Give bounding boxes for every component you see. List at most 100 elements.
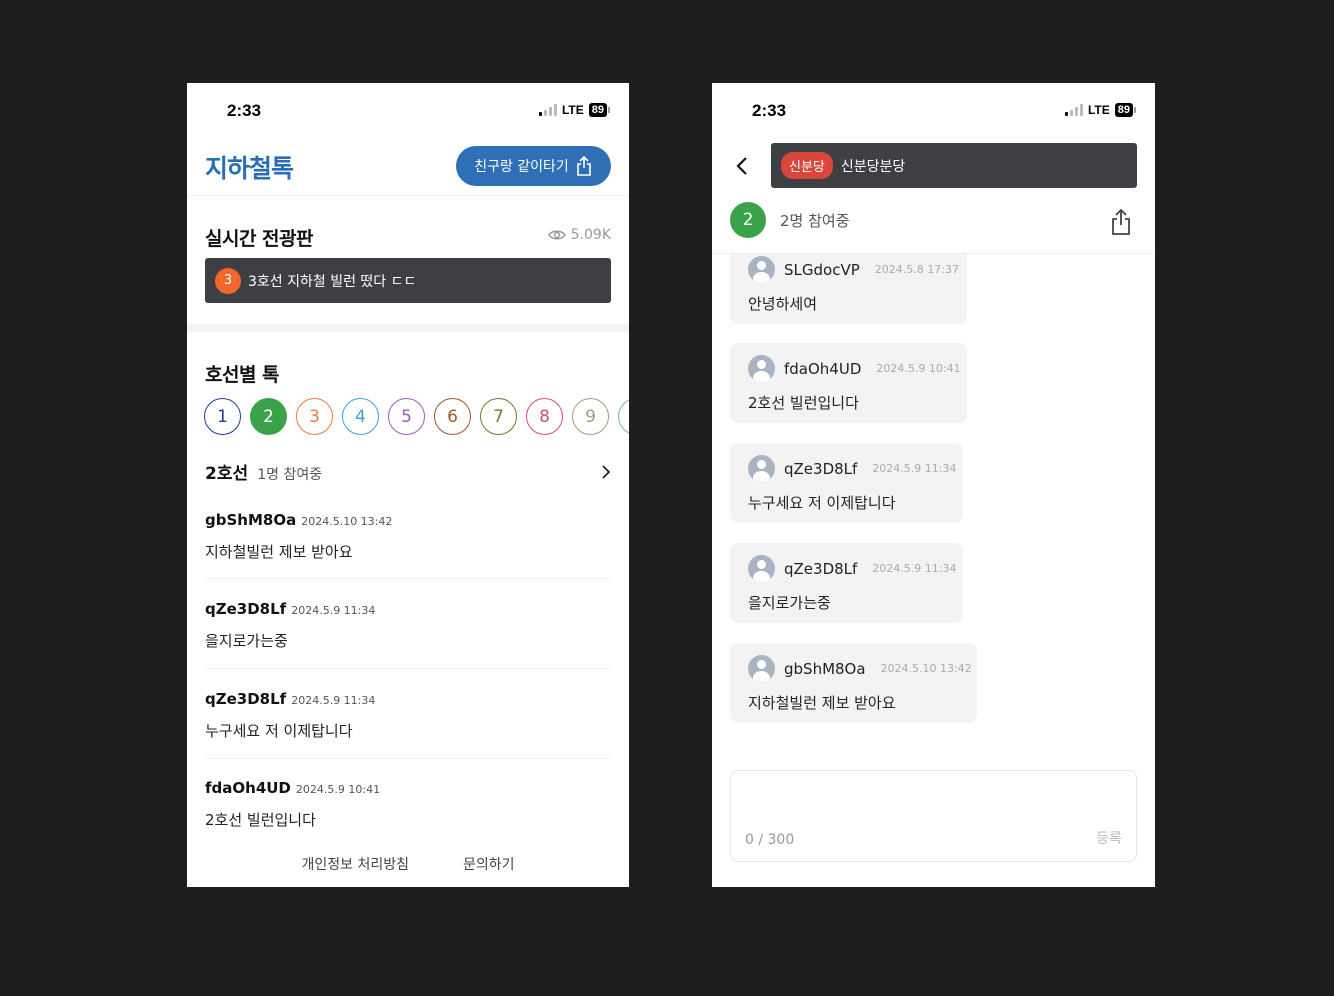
post-divider	[205, 578, 611, 579]
room-line-tag: 신분당	[781, 152, 833, 179]
participant-text: 2명 참여중	[780, 211, 850, 230]
post-time: 2024.5.10 13:42	[301, 515, 393, 528]
line-summary-row[interactable]: 2호선 1명 참여중	[205, 459, 611, 484]
message-user: qZe3D8Lf	[784, 559, 858, 578]
eye-icon	[547, 230, 566, 240]
signal-icon	[538, 104, 557, 116]
message-time: 2024.5.10 13:42	[880, 662, 972, 675]
post-divider	[205, 668, 611, 669]
message-time: 2024.5.9 10:41	[876, 362, 961, 375]
line-button-1[interactable]: 1	[204, 398, 241, 435]
status-time: 2:33	[227, 101, 262, 120]
participants-info: 2 2명 참여중	[730, 202, 850, 238]
realtime-title: 실시간 전광판	[205, 228, 314, 250]
message-body: 을지로가는중	[748, 594, 831, 612]
view-count: 5.09K	[547, 227, 611, 243]
footer-links: 개인정보 처리방침 문의하기	[187, 854, 629, 874]
status-time: 2:33	[752, 101, 787, 120]
post-body: 지하철빌런 제보 받아요	[205, 543, 353, 561]
message-time: 2024.5.9 11:34	[872, 462, 957, 475]
board-text: 3호선 지하철 빌런 떴다 ㄷㄷ	[248, 273, 417, 290]
app-logo: 지하철톡	[205, 154, 294, 183]
post-user: qZe3D8Lf	[205, 690, 287, 708]
selected-line-name: 2호선	[205, 464, 249, 484]
chevron-right-icon	[602, 464, 611, 479]
message-input[interactable]: 0 / 300 등록	[730, 770, 1137, 862]
ride-together-label: 친구랑 같이타기	[474, 159, 569, 175]
post-time: 2024.5.9 11:34	[291, 694, 376, 707]
line-button-3[interactable]: 3	[296, 398, 333, 435]
line-button-partial[interactable]	[618, 398, 629, 435]
message-user: gbShM8Oa	[784, 659, 866, 678]
post-item[interactable]: gbShM8Oa 2024.5.10 13:42 지하철빌런 제보 받아요	[205, 511, 611, 562]
post-divider	[205, 758, 611, 759]
message-time: 2024.5.9 11:34	[872, 562, 957, 575]
message-user: qZe3D8Lf	[784, 459, 858, 478]
post-body: 을지로가는중	[205, 632, 288, 650]
battery-icon: 89	[1114, 103, 1137, 117]
line-talk-title: 호선별 톡	[205, 364, 280, 386]
realtime-board-item[interactable]: 3 3호선 지하철 빌런 떴다 ㄷㄷ	[205, 258, 611, 303]
message-body: 2호선 빌런입니다	[748, 394, 859, 412]
view-count-value: 5.09K	[570, 227, 611, 243]
participant-count-badge: 2	[730, 202, 766, 238]
header-divider	[187, 195, 629, 196]
status-bar: 2:33 LTE 89	[187, 83, 629, 139]
post-user: qZe3D8Lf	[205, 600, 287, 618]
post-item[interactable]: qZe3D8Lf 2024.5.9 11:34 을지로가는중	[205, 600, 611, 651]
line-button-6[interactable]: 6	[434, 398, 471, 435]
post-item[interactable]: fdaOh4UD 2024.5.9 10:41 2호선 빌런입니다	[205, 779, 611, 830]
chat-message: SLGdocVP 2024.5.8 17:37 안녕하세여	[730, 254, 967, 324]
network-label: LTE	[1087, 103, 1110, 117]
submit-button[interactable]: 등록	[1096, 828, 1122, 848]
message-body: 누구세요 저 이제탑니다	[748, 494, 896, 512]
signal-icon	[1064, 104, 1083, 116]
message-user: fdaOh4UD	[784, 359, 862, 378]
line-button-8[interactable]: 8	[526, 398, 563, 435]
user-avatar-icon	[748, 355, 775, 382]
board-line-badge: 3	[215, 267, 241, 294]
post-user: gbShM8Oa	[205, 511, 297, 529]
message-body: 안녕하세여	[748, 295, 818, 313]
line-button-4[interactable]: 4	[342, 398, 379, 435]
room-name: 신분당분당	[840, 158, 906, 175]
char-counter: 0 / 300	[745, 832, 795, 848]
message-time: 2024.5.8 17:37	[874, 263, 959, 276]
status-indicators: LTE 89	[538, 103, 611, 117]
message-user: SLGdocVP	[784, 260, 860, 279]
chat-message: fdaOh4UD 2024.5.9 10:41 2호선 빌런입니다	[730, 343, 967, 423]
line-button-5[interactable]: 5	[388, 398, 425, 435]
ride-together-button[interactable]: 친구랑 같이타기	[456, 146, 611, 186]
post-time: 2024.5.9 10:41	[295, 783, 381, 796]
line-selector: 123456789	[204, 398, 629, 435]
chat-message: qZe3D8Lf 2024.5.9 11:34 을지로가는중	[730, 543, 963, 623]
room-header: 신분당 신분당분당	[771, 143, 1137, 188]
line-button-7[interactable]: 7	[480, 398, 517, 435]
share-icon	[577, 156, 591, 176]
message-body: 지하철빌런 제보 받아요	[748, 694, 896, 712]
user-avatar-icon	[748, 455, 775, 482]
user-avatar-icon	[748, 256, 775, 283]
post-item[interactable]: qZe3D8Lf 2024.5.9 11:34 누구세요 저 이제탑니다	[205, 690, 611, 741]
user-avatar-icon	[748, 555, 775, 582]
line-button-9[interactable]: 9	[572, 398, 609, 435]
chat-message: gbShM8Oa 2024.5.10 13:42 지하철빌런 제보 받아요	[730, 643, 977, 723]
contact-link[interactable]: 문의하기	[463, 854, 515, 874]
status-bar: 2:33 LTE 89	[712, 83, 1155, 139]
privacy-policy-link[interactable]: 개인정보 처리방침	[301, 854, 409, 874]
share-icon[interactable]	[1110, 208, 1132, 236]
post-user: fdaOh4UD	[205, 779, 291, 797]
post-body: 누구세요 저 이제탑니다	[205, 722, 353, 740]
battery-icon: 89	[588, 103, 611, 117]
status-indicators: LTE 89	[1064, 103, 1137, 117]
chat-message: qZe3D8Lf 2024.5.9 11:34 누구세요 저 이제탑니다	[730, 443, 963, 523]
line-participants: 1명 참여중	[257, 467, 323, 483]
post-time: 2024.5.9 11:34	[291, 604, 376, 617]
chat-room-screen: 2:33 LTE 89 신분당 신분당분당 2 2명 참여중 SLGdocVP …	[712, 83, 1155, 887]
section-divider	[187, 324, 629, 332]
chat-messages: SLGdocVP 2024.5.8 17:37 안녕하세여 fdaOh4UD 2…	[712, 254, 1155, 764]
line-button-2[interactable]: 2	[250, 398, 287, 435]
back-arrow-icon[interactable]	[732, 153, 752, 179]
home-screen: 2:33 LTE 89 지하철톡 친구랑 같이타기 실시간 전광판 5.09K …	[187, 83, 629, 887]
post-body: 2호선 빌런입니다	[205, 811, 316, 829]
